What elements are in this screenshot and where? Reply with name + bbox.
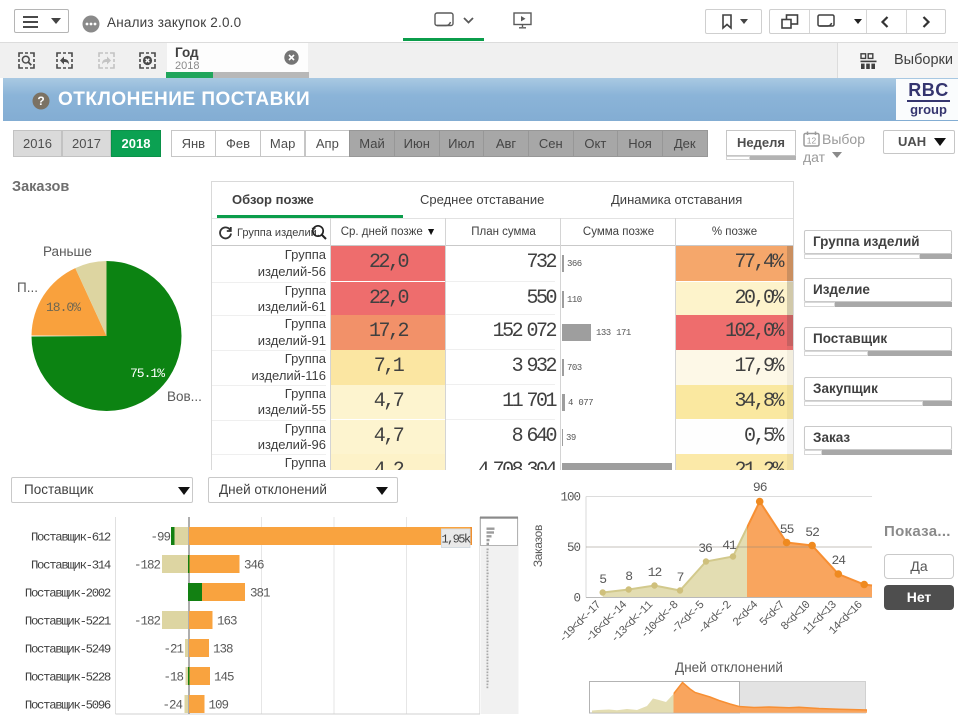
svg-text:Поставщик-314: Поставщик-314 [31, 559, 111, 573]
svg-text:Поставщик-2002: Поставщик-2002 [25, 587, 111, 601]
svg-text:381: 381 [250, 587, 270, 601]
svg-text:41: 41 [722, 538, 737, 553]
svg-text:-99: -99 [150, 531, 170, 545]
svg-text:52: 52 [805, 525, 819, 540]
svg-text:100: 100 [560, 491, 580, 505]
svg-text:-21: -21 [163, 643, 183, 657]
svg-text:-24: -24 [162, 699, 182, 713]
svg-text:138: 138 [213, 643, 233, 657]
svg-text:2<d<4: 2<d<4 [730, 598, 761, 629]
svg-text:163: 163 [217, 615, 237, 629]
svg-text:12: 12 [807, 136, 817, 146]
svg-text:-182: -182 [134, 615, 161, 629]
svg-text:0: 0 [573, 592, 580, 606]
svg-text:8: 8 [625, 569, 632, 584]
svg-text:145: 145 [214, 671, 234, 685]
svg-text:-18: -18 [163, 671, 183, 685]
svg-text:Поставщик-612: Поставщик-612 [31, 531, 111, 545]
svg-text:55: 55 [780, 522, 794, 537]
svg-text:?: ? [37, 94, 44, 108]
svg-text:109: 109 [209, 699, 229, 713]
svg-text:Поставщик-5249: Поставщик-5249 [25, 643, 111, 657]
svg-text:346: 346 [244, 559, 264, 573]
svg-text:Поставщик-5228: Поставщик-5228 [25, 671, 111, 685]
svg-text:24: 24 [831, 553, 846, 568]
svg-text:Поставщик-5096: Поставщик-5096 [25, 699, 111, 713]
svg-text:50: 50 [567, 541, 581, 555]
svg-text:12: 12 [648, 565, 662, 580]
svg-text:96: 96 [753, 480, 767, 495]
svg-text:7: 7 [677, 570, 684, 585]
svg-text:1,95k: 1,95k [441, 533, 470, 547]
svg-text:-182: -182 [134, 559, 161, 573]
svg-text:Заказов: Заказов [531, 525, 545, 567]
svg-text:36: 36 [698, 541, 712, 556]
svg-text:5: 5 [599, 572, 606, 587]
svg-text:Поставщик-5221: Поставщик-5221 [25, 615, 111, 629]
